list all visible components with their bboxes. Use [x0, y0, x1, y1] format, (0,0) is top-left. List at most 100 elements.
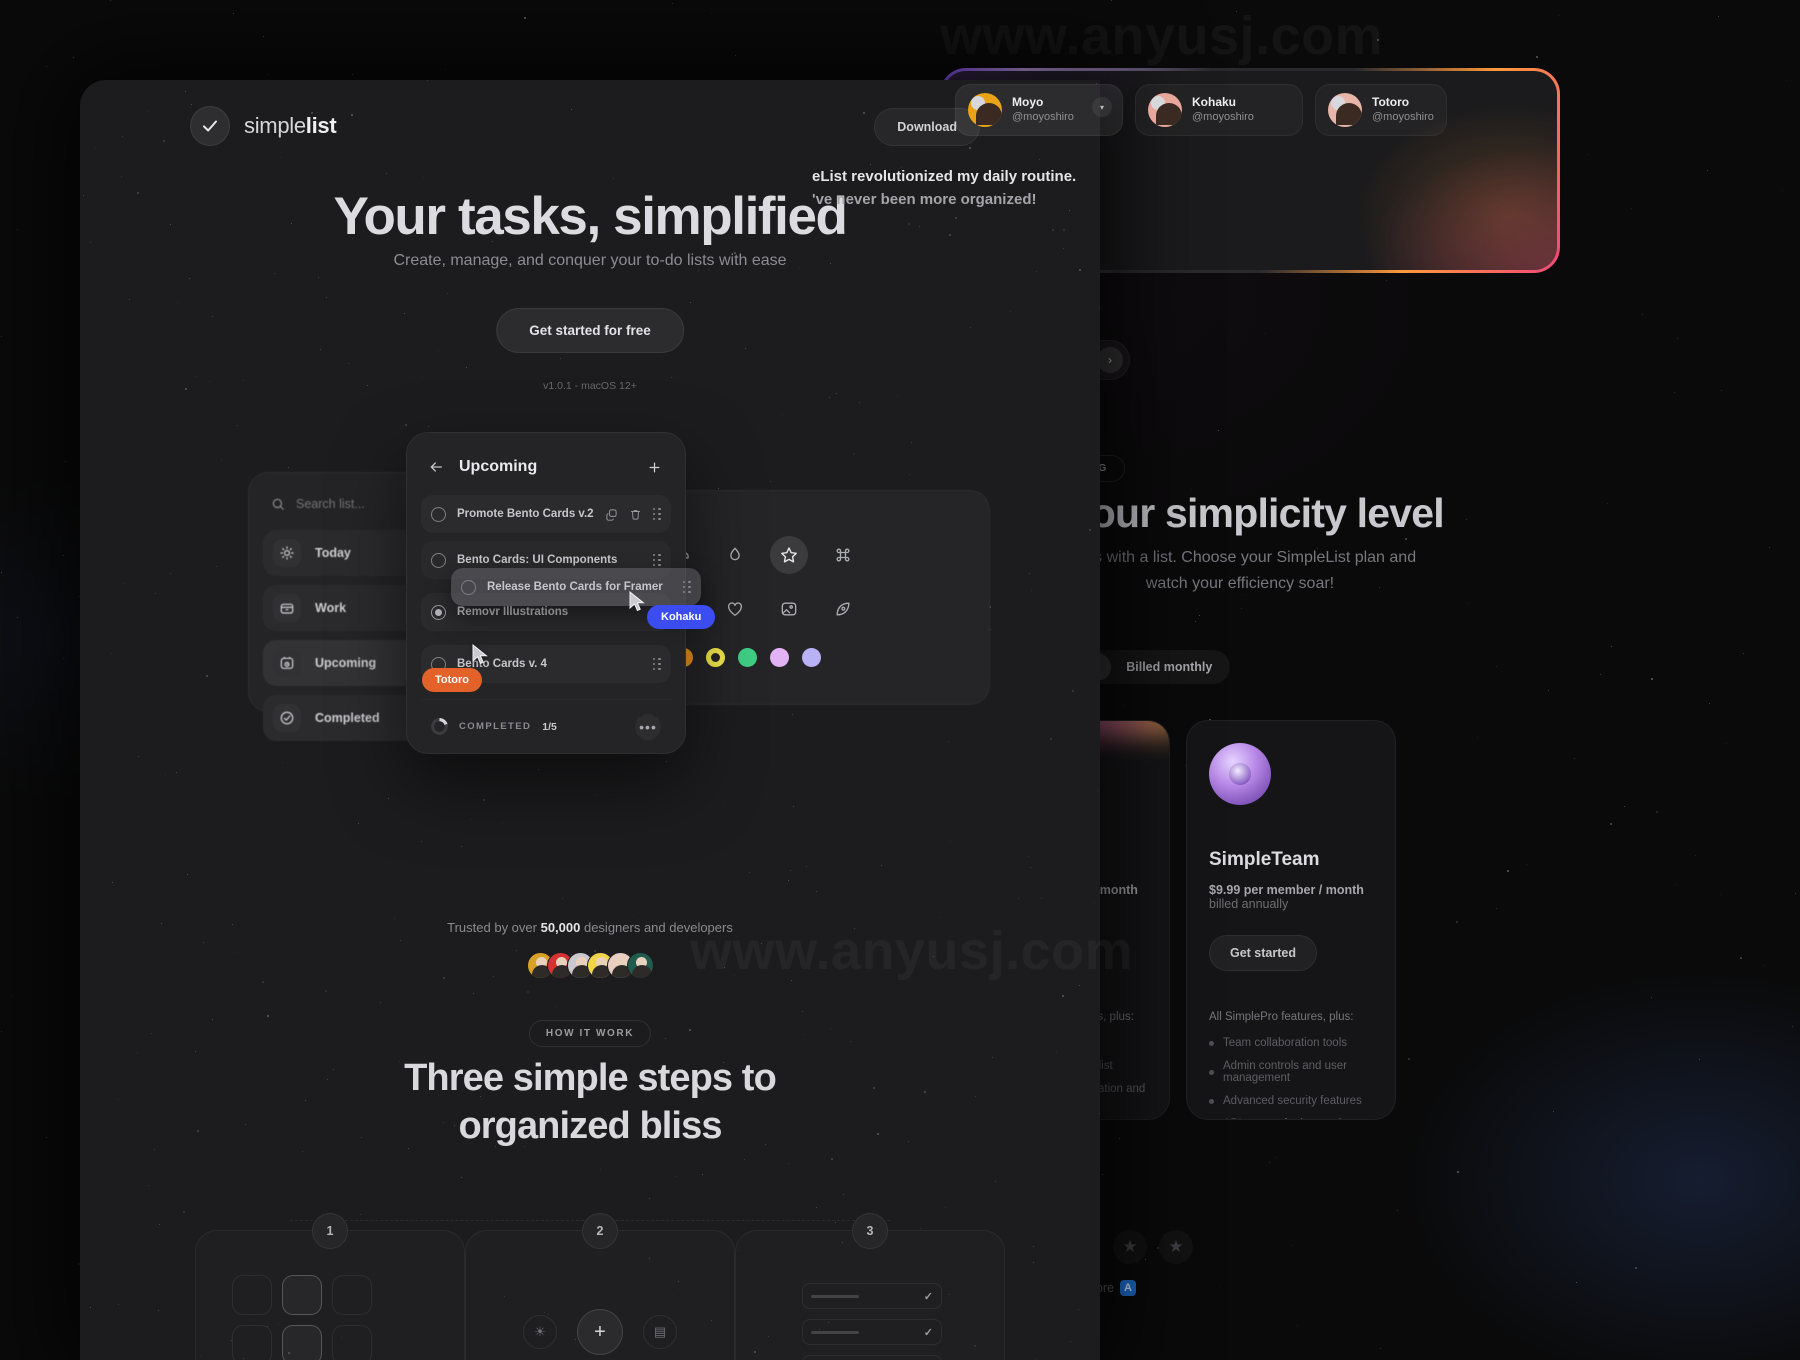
task-label: Removr Illustrations	[457, 606, 569, 618]
person-name: Kohaku	[1192, 95, 1237, 110]
leaf-icon	[824, 590, 862, 628]
plus-icon[interactable]	[641, 454, 667, 480]
get-started-button[interactable]: Get started for free	[496, 308, 684, 353]
heart-icon	[716, 590, 754, 628]
plus-icon: +	[577, 1309, 623, 1355]
testimonial-person-chip[interactable]: Moyo @moyoshiro ▾	[955, 84, 1123, 136]
check-icon	[190, 106, 230, 146]
version-note: v1.0.1 - macOS 12+	[543, 380, 637, 392]
task-row-dragging[interactable]: Release Bento Cards for Framer	[451, 568, 701, 606]
main-panel: simplelist Download Your tasks, simplifi…	[80, 80, 1100, 1360]
chevron-right-icon[interactable]: ›	[1097, 347, 1123, 373]
background-page: Moyo @moyoshiro ▾ Kohaku @moyoshiro Toto…	[812, 0, 1800, 1360]
task-list-title: Upcoming	[459, 458, 538, 475]
task-checkbox[interactable]	[461, 579, 476, 595]
search-icon	[272, 498, 284, 510]
watermark-bottom: www.anyusj.com	[690, 920, 1133, 982]
keyboard-icon	[232, 1275, 372, 1360]
copy-icon[interactable]	[605, 508, 618, 521]
quote-line-2: 've never been more organized!	[812, 190, 1037, 208]
how-it-works-title: Three simple steps to organized bliss	[80, 1055, 1100, 1150]
calendar-clock-icon	[273, 649, 301, 677]
appstore-icon: A	[1120, 1280, 1136, 1296]
star-icon: ★	[1159, 1230, 1193, 1264]
color-swatch[interactable]	[706, 648, 725, 667]
brand[interactable]: simplelist	[190, 106, 337, 146]
completed-label: COMPLETED	[459, 721, 532, 732]
progress-ring	[431, 718, 448, 735]
plan-feature-label: Team collaboration tools	[1223, 1037, 1348, 1049]
grip-icon[interactable]	[652, 507, 662, 521]
task-actions	[605, 507, 662, 521]
step-number: 3	[852, 1213, 888, 1249]
trash-icon[interactable]	[629, 508, 642, 521]
palette-cell[interactable]	[762, 582, 816, 636]
chevron-down-icon[interactable]: ▾	[1092, 97, 1112, 117]
sidebar-item-label: Today	[315, 546, 351, 560]
how-it-works-steps: 1 2 ☀ + ▤ 3 ✓ ✓ ✓	[80, 1200, 1100, 1360]
plan-feature-label: Advanced security features	[1223, 1095, 1362, 1107]
task-label: Promote Bento Cards v.2	[457, 508, 594, 520]
grip-icon[interactable]	[652, 657, 662, 671]
arrow-left-icon[interactable]	[425, 456, 447, 478]
ellipsis-icon[interactable]: •••	[635, 713, 661, 740]
pricing-plan-card: SimpleTeam $9.99 per member / month bill…	[1186, 720, 1396, 1120]
screenshot-root: www.anyusj.com Moyo @moyoshiro ▾	[0, 0, 1800, 1360]
cursor-kohaku	[629, 590, 649, 618]
plan-billing-note: billed annually	[1209, 897, 1289, 911]
task-list-card: Upcoming Promote Bento Cards v.2 Bento C…	[406, 432, 716, 754]
star-icon	[770, 536, 808, 574]
sidebar-item-label: Upcoming	[315, 656, 377, 670]
step-card-1: 1	[195, 1213, 465, 1360]
check-circle-icon	[273, 704, 301, 732]
grip-icon[interactable]	[652, 553, 662, 567]
task-checkbox[interactable]	[431, 552, 446, 568]
calendar-icon: ▤	[643, 1315, 677, 1349]
task-list-header: Upcoming	[421, 447, 671, 487]
task-checkbox[interactable]	[431, 506, 446, 522]
grip-icon[interactable]	[682, 580, 692, 594]
palette-cell[interactable]	[708, 528, 762, 582]
star-icon: ★	[1113, 1230, 1147, 1264]
plan-feature: Advanced security features	[1209, 1095, 1373, 1107]
collaborator-badge-kohaku: Kohaku	[647, 605, 716, 629]
app-mockup: Search list... Today Work Upcoming Compl…	[80, 410, 1100, 770]
how-title-line-2: organized bliss	[458, 1104, 722, 1147]
image-icon	[770, 590, 808, 628]
command-icon	[824, 536, 862, 574]
palette-cell-selected[interactable]	[762, 528, 816, 582]
briefcase-icon	[273, 594, 301, 622]
color-swatch[interactable]	[770, 648, 789, 667]
how-it-works-tag: HOW IT WORK	[528, 1020, 652, 1047]
task-actions	[682, 580, 692, 594]
testimonial-person-chip[interactable]: Kohaku @moyoshiro	[1135, 84, 1303, 136]
plan-feature: Admin controls and user management	[1209, 1060, 1373, 1084]
person-name: Moyo	[1012, 95, 1044, 110]
plan-get-started-button[interactable]: Get started	[1209, 935, 1317, 971]
step-number: 2	[582, 1213, 618, 1249]
toolbar-icon: ☀ + ▤	[523, 1309, 677, 1355]
sun-icon: ☀	[523, 1315, 557, 1349]
plan-feature: Team collaboration tools	[1209, 1037, 1373, 1049]
task-checkbox-checked[interactable]	[431, 604, 446, 620]
avatar	[1148, 93, 1182, 127]
sidebar-item-label: Work	[315, 601, 347, 615]
billing-option-monthly[interactable]: Billed monthly	[1111, 653, 1227, 681]
task-row[interactable]: Promote Bento Cards v.2	[421, 495, 671, 533]
avatar	[1328, 93, 1362, 127]
sidebar-item-label: Completed	[315, 711, 380, 725]
palette-cell[interactable]	[708, 582, 762, 636]
palette-cell[interactable]	[816, 528, 870, 582]
brand-name: simplelist	[244, 113, 337, 139]
testimonial-person-chips: Moyo @moyoshiro ▾ Kohaku @moyoshiro Toto…	[955, 84, 1447, 136]
palette-cell[interactable]	[816, 582, 870, 636]
color-swatch[interactable]	[738, 648, 757, 667]
step-number: 1	[312, 1213, 348, 1249]
plan-features-heading: All SimplePro features, plus:	[1209, 1011, 1354, 1023]
testimonial-person-chip[interactable]: Totoro @moyoshiro	[1315, 84, 1447, 136]
color-swatch[interactable]	[802, 648, 821, 667]
plan-price: $9.99 per member / month	[1209, 883, 1364, 897]
person-handle: @moyoshiro	[1192, 111, 1254, 124]
completed-count: 1/5	[542, 720, 557, 733]
task-list-footer: COMPLETED 1/5 •••	[421, 699, 671, 753]
